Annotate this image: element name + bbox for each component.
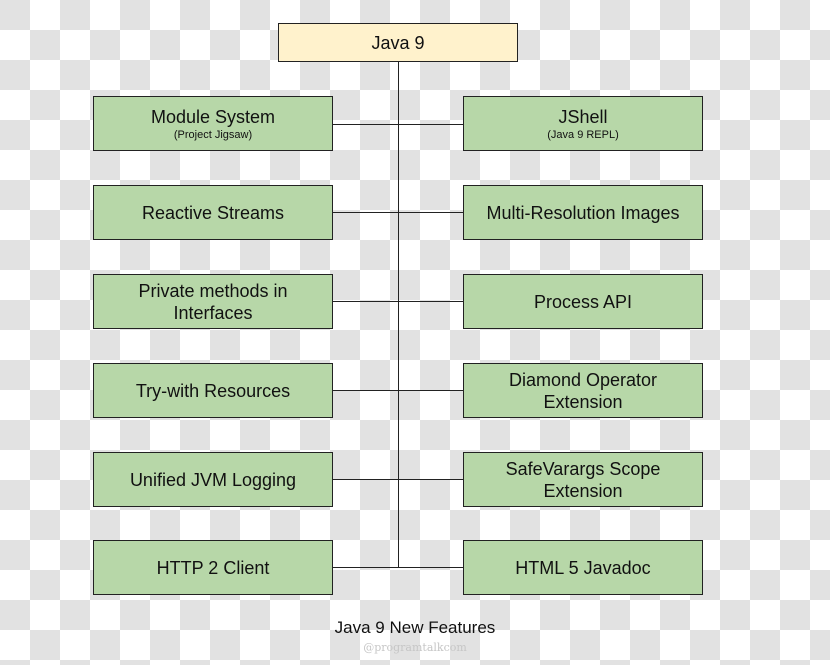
trunk-line [398,62,399,568]
root-node-java9: Java 9 [278,23,518,62]
node-reactive-streams: Reactive Streams [93,185,333,240]
node-label: Diamond Operator Extension [508,369,658,412]
watermark: @programtalkcom [363,641,467,654]
node-private-methods: Private methods in Interfaces [93,274,333,329]
node-try-with-resources: Try-with Resources [93,363,333,418]
node-unified-jvm-logging: Unified JVM Logging [93,452,333,507]
node-label: Module System [150,106,276,127]
diagram-caption: Java 9 New Features [334,618,496,637]
connector-row-5 [332,479,464,480]
node-module-system: Module System (Project Jigsaw) [93,96,333,151]
node-sublabel: (Java 9 REPL) [547,128,619,141]
node-label: HTTP 2 Client [156,557,270,578]
node-label: SafeVarargs Scope Extension [505,458,661,501]
node-label: Private methods in Interfaces [138,280,288,323]
node-label: HTML 5 Javadoc [515,557,651,578]
node-sublabel: (Project Jigsaw) [173,128,253,141]
node-process-api: Process API [463,274,703,329]
node-label: Multi-Resolution Images [486,202,680,223]
connector-row-3 [332,301,464,302]
node-jshell: JShell (Java 9 REPL) [463,96,703,151]
node-label: Process API [533,291,633,312]
node-label: Try-with Resources [135,380,291,401]
node-safevarargs: SafeVarargs Scope Extension [463,452,703,507]
node-http2-client: HTTP 2 Client [93,540,333,595]
connector-row-2 [332,212,464,213]
node-label: Java 9 [371,32,425,53]
node-label: JShell [558,106,608,127]
connector-row-4 [332,390,464,391]
connector-row-1 [332,124,464,125]
connector-row-6 [332,567,464,568]
node-label: Reactive Streams [141,202,285,223]
node-html5-javadoc: HTML 5 Javadoc [463,540,703,595]
node-diamond-operator: Diamond Operator Extension [463,363,703,418]
node-label: Unified JVM Logging [129,469,297,490]
node-multi-resolution-images: Multi-Resolution Images [463,185,703,240]
